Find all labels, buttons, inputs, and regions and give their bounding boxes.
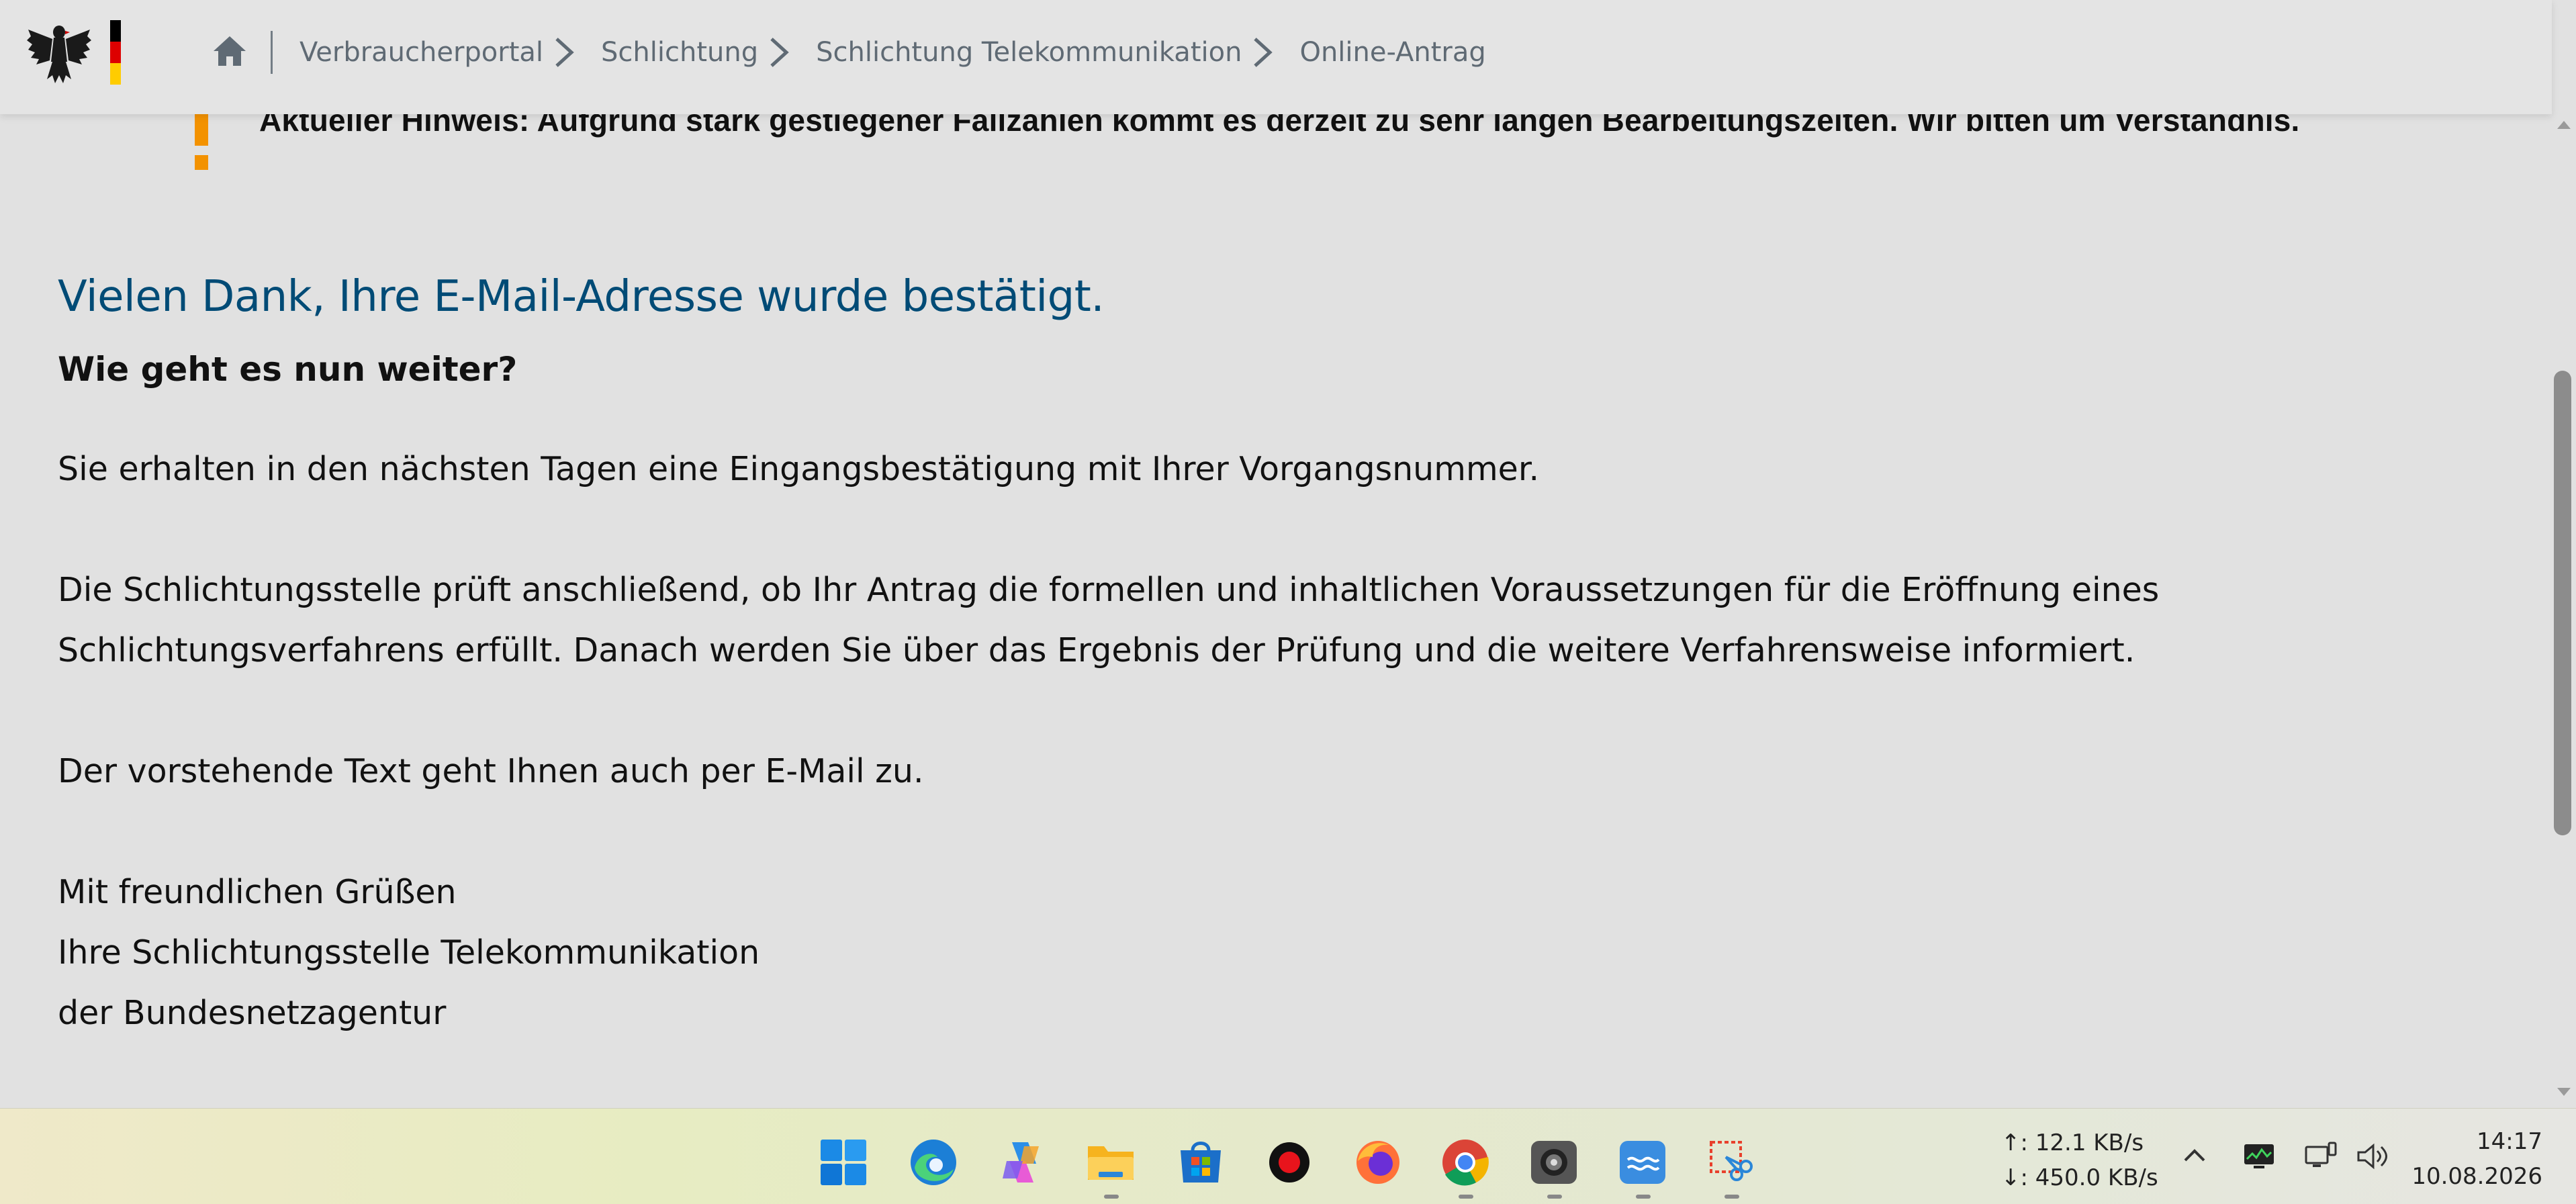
flag-stripe-red bbox=[110, 42, 121, 63]
flag-stripe-gold bbox=[110, 63, 121, 85]
chevron-up-icon[interactable] bbox=[2177, 1139, 2212, 1174]
camera-icon[interactable] bbox=[1528, 1137, 1579, 1188]
monitor-app-icon[interactable] bbox=[2242, 1139, 2276, 1174]
network-upload-speed: ↑: 12.1 KB/s bbox=[2001, 1129, 2144, 1156]
windows-start-icon[interactable] bbox=[818, 1137, 869, 1188]
running-indicator bbox=[1636, 1195, 1651, 1199]
chevron-right-icon bbox=[1248, 36, 1275, 68]
file-explorer-icon[interactable] bbox=[1085, 1137, 1136, 1188]
network-speed-widget[interactable]: ↑: 12.1 KB/s ↓: 450.0 KB/s bbox=[2001, 1125, 2158, 1195]
home-icon[interactable] bbox=[211, 32, 248, 70]
breadcrumb: Verbraucherportal Schlichtung Schlichtun… bbox=[300, 31, 1486, 74]
system-clock[interactable]: 14:17 10.08.2026 bbox=[2411, 1124, 2542, 1194]
scroll-down-arrow-icon[interactable] bbox=[2552, 1082, 2576, 1103]
running-indicator bbox=[1104, 1195, 1119, 1199]
network-icon[interactable] bbox=[2303, 1139, 2338, 1174]
network-download-speed: ↓: 450.0 KB/s bbox=[2001, 1164, 2158, 1191]
volume-icon[interactable] bbox=[2354, 1139, 2389, 1174]
record-icon[interactable] bbox=[1264, 1137, 1315, 1188]
closing-sender: Ihre Schlichtungsstelle Telekommunikatio… bbox=[58, 933, 760, 972]
subheading: Wie geht es nun weiter? bbox=[58, 350, 518, 389]
copilot-icon[interactable] bbox=[997, 1137, 1048, 1188]
german-flag bbox=[110, 20, 121, 85]
closing-greeting: Mit freundlichen Grüßen bbox=[58, 873, 457, 911]
breadcrumb-item-schlichtung-telekommunikation[interactable]: Schlichtung Telekommunikation bbox=[816, 37, 1242, 68]
scroll-up-arrow-icon[interactable] bbox=[2552, 114, 2576, 134]
main-content: Vielen Dank, Ihre E-Mail-Adresse wurde b… bbox=[58, 272, 2475, 1044]
store-icon[interactable] bbox=[1175, 1137, 1226, 1188]
page-title: Vielen Dank, Ihre E-Mail-Adresse wurde b… bbox=[58, 272, 1105, 322]
running-indicator bbox=[1459, 1195, 1473, 1199]
chevron-right-icon bbox=[765, 36, 792, 68]
breadcrumb-separator bbox=[271, 31, 273, 74]
flag-stripe-black bbox=[110, 20, 121, 42]
breadcrumb-item-schlichtung[interactable]: Schlichtung bbox=[601, 37, 758, 68]
federal-eagle-logo-icon[interactable] bbox=[27, 17, 91, 85]
paragraph-email-note: Der vorstehende Text geht Ihnen auch per… bbox=[58, 752, 924, 790]
breadcrumb-item-online-antrag: Online-Antrag bbox=[1299, 37, 1486, 68]
browser-page: Verbraucherportal Schlichtung Schlichtun… bbox=[0, 0, 2576, 1204]
scrollbar-thumb[interactable] bbox=[2554, 371, 2571, 835]
chrome-icon[interactable] bbox=[1440, 1137, 1491, 1188]
paragraph-review-line-2: Schlichtungsverfahrens erfüllt. Danach w… bbox=[58, 631, 2135, 669]
paragraph-review-line-1: Die Schlichtungsstelle prüft anschließen… bbox=[58, 571, 2160, 609]
chevron-right-icon bbox=[550, 36, 577, 68]
firefox-icon[interactable] bbox=[1352, 1137, 1404, 1188]
running-indicator bbox=[1547, 1195, 1562, 1199]
site-header: Verbraucherportal Schlichtung Schlichtun… bbox=[0, 0, 2552, 114]
running-indicator bbox=[1724, 1195, 1739, 1199]
closing-organization: der Bundesnetzagentur bbox=[58, 994, 447, 1032]
edge-icon[interactable] bbox=[908, 1137, 959, 1188]
clock-time: 14:17 bbox=[2477, 1128, 2542, 1155]
paragraph-confirmation: Sie erhalten in den nächsten Tagen eine … bbox=[58, 450, 1540, 488]
breadcrumb-item-verbraucherportal[interactable]: Verbraucherportal bbox=[300, 37, 543, 68]
snipping-tool-icon[interactable] bbox=[1706, 1137, 1757, 1188]
vpn-app-icon[interactable] bbox=[1617, 1137, 1668, 1188]
clock-date: 10.08.2026 bbox=[2411, 1163, 2542, 1190]
